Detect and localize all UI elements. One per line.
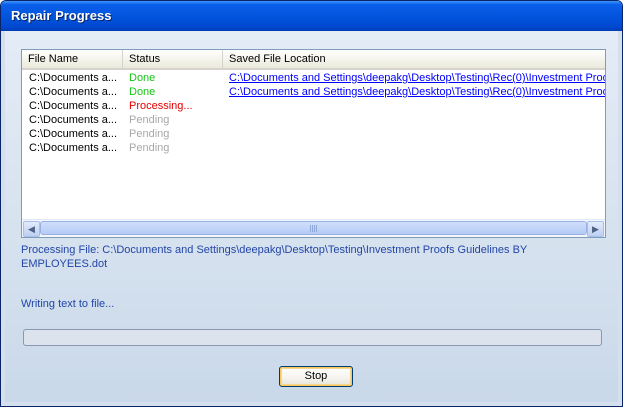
processing-file-line2: EMPLOYEES.dot [21, 258, 108, 270]
status-message: Writing text to file... [21, 298, 115, 310]
window-title: Repair Progress [11, 8, 112, 23]
scrollbar-thumb[interactable] [40, 221, 587, 235]
row-saved-location-link[interactable]: C:\Documents and Settings\deepakg\Deskto… [229, 85, 605, 99]
row-file-name: C:\Documents a... [29, 114, 118, 126]
row-file-name: C:\Documents a... [29, 100, 118, 112]
list-row[interactable]: C:\Documents a... Pending [22, 127, 605, 141]
processing-file-line1: Processing File: C:\Documents and Settin… [21, 244, 528, 256]
progress-bar [23, 329, 602, 346]
row-status: Done [129, 86, 156, 98]
list-row[interactable]: C:\Documents a... Processing... [22, 99, 605, 113]
row-status: Pending [129, 114, 170, 126]
horizontal-scrollbar[interactable]: ◀ ▶ [22, 219, 605, 237]
list-row[interactable]: C:\Documents a... Done C:\Documents and … [22, 85, 605, 99]
row-file-name: C:\Documents a... [29, 142, 118, 154]
column-header-file-name[interactable]: File Name [22, 50, 123, 68]
chevron-right-icon[interactable]: ▶ [587, 221, 604, 237]
row-file-name: C:\Documents a... [29, 86, 118, 98]
list-row[interactable]: C:\Documents a... Pending [22, 113, 605, 127]
row-status: Pending [129, 142, 170, 154]
title-bar[interactable]: Repair Progress [1, 1, 622, 31]
dialog-body: File Name Status Saved File Location C:\… [5, 31, 618, 402]
grip-icon [309, 225, 318, 232]
list-row[interactable]: C:\Documents a... Done C:\Documents and … [22, 71, 605, 85]
chevron-left-icon[interactable]: ◀ [23, 221, 40, 237]
files-list[interactable]: File Name Status Saved File Location C:\… [21, 49, 606, 238]
column-header-status[interactable]: Status [123, 50, 223, 68]
row-file-name: C:\Documents a... [29, 128, 118, 140]
row-status: Done [129, 72, 156, 84]
row-status: Processing... [129, 100, 193, 112]
list-header: File Name Status Saved File Location [22, 50, 605, 70]
repair-progress-dialog: Repair Progress File Name Status Saved F… [0, 0, 623, 407]
row-file-name: C:\Documents a... [29, 72, 118, 84]
list-row[interactable]: C:\Documents a... Pending [22, 141, 605, 155]
row-status: Pending [129, 128, 170, 140]
column-header-saved-location[interactable]: Saved File Location [223, 50, 605, 68]
row-saved-location-link[interactable]: C:\Documents and Settings\deepakg\Deskto… [229, 71, 605, 85]
stop-button[interactable]: Stop [279, 366, 353, 387]
